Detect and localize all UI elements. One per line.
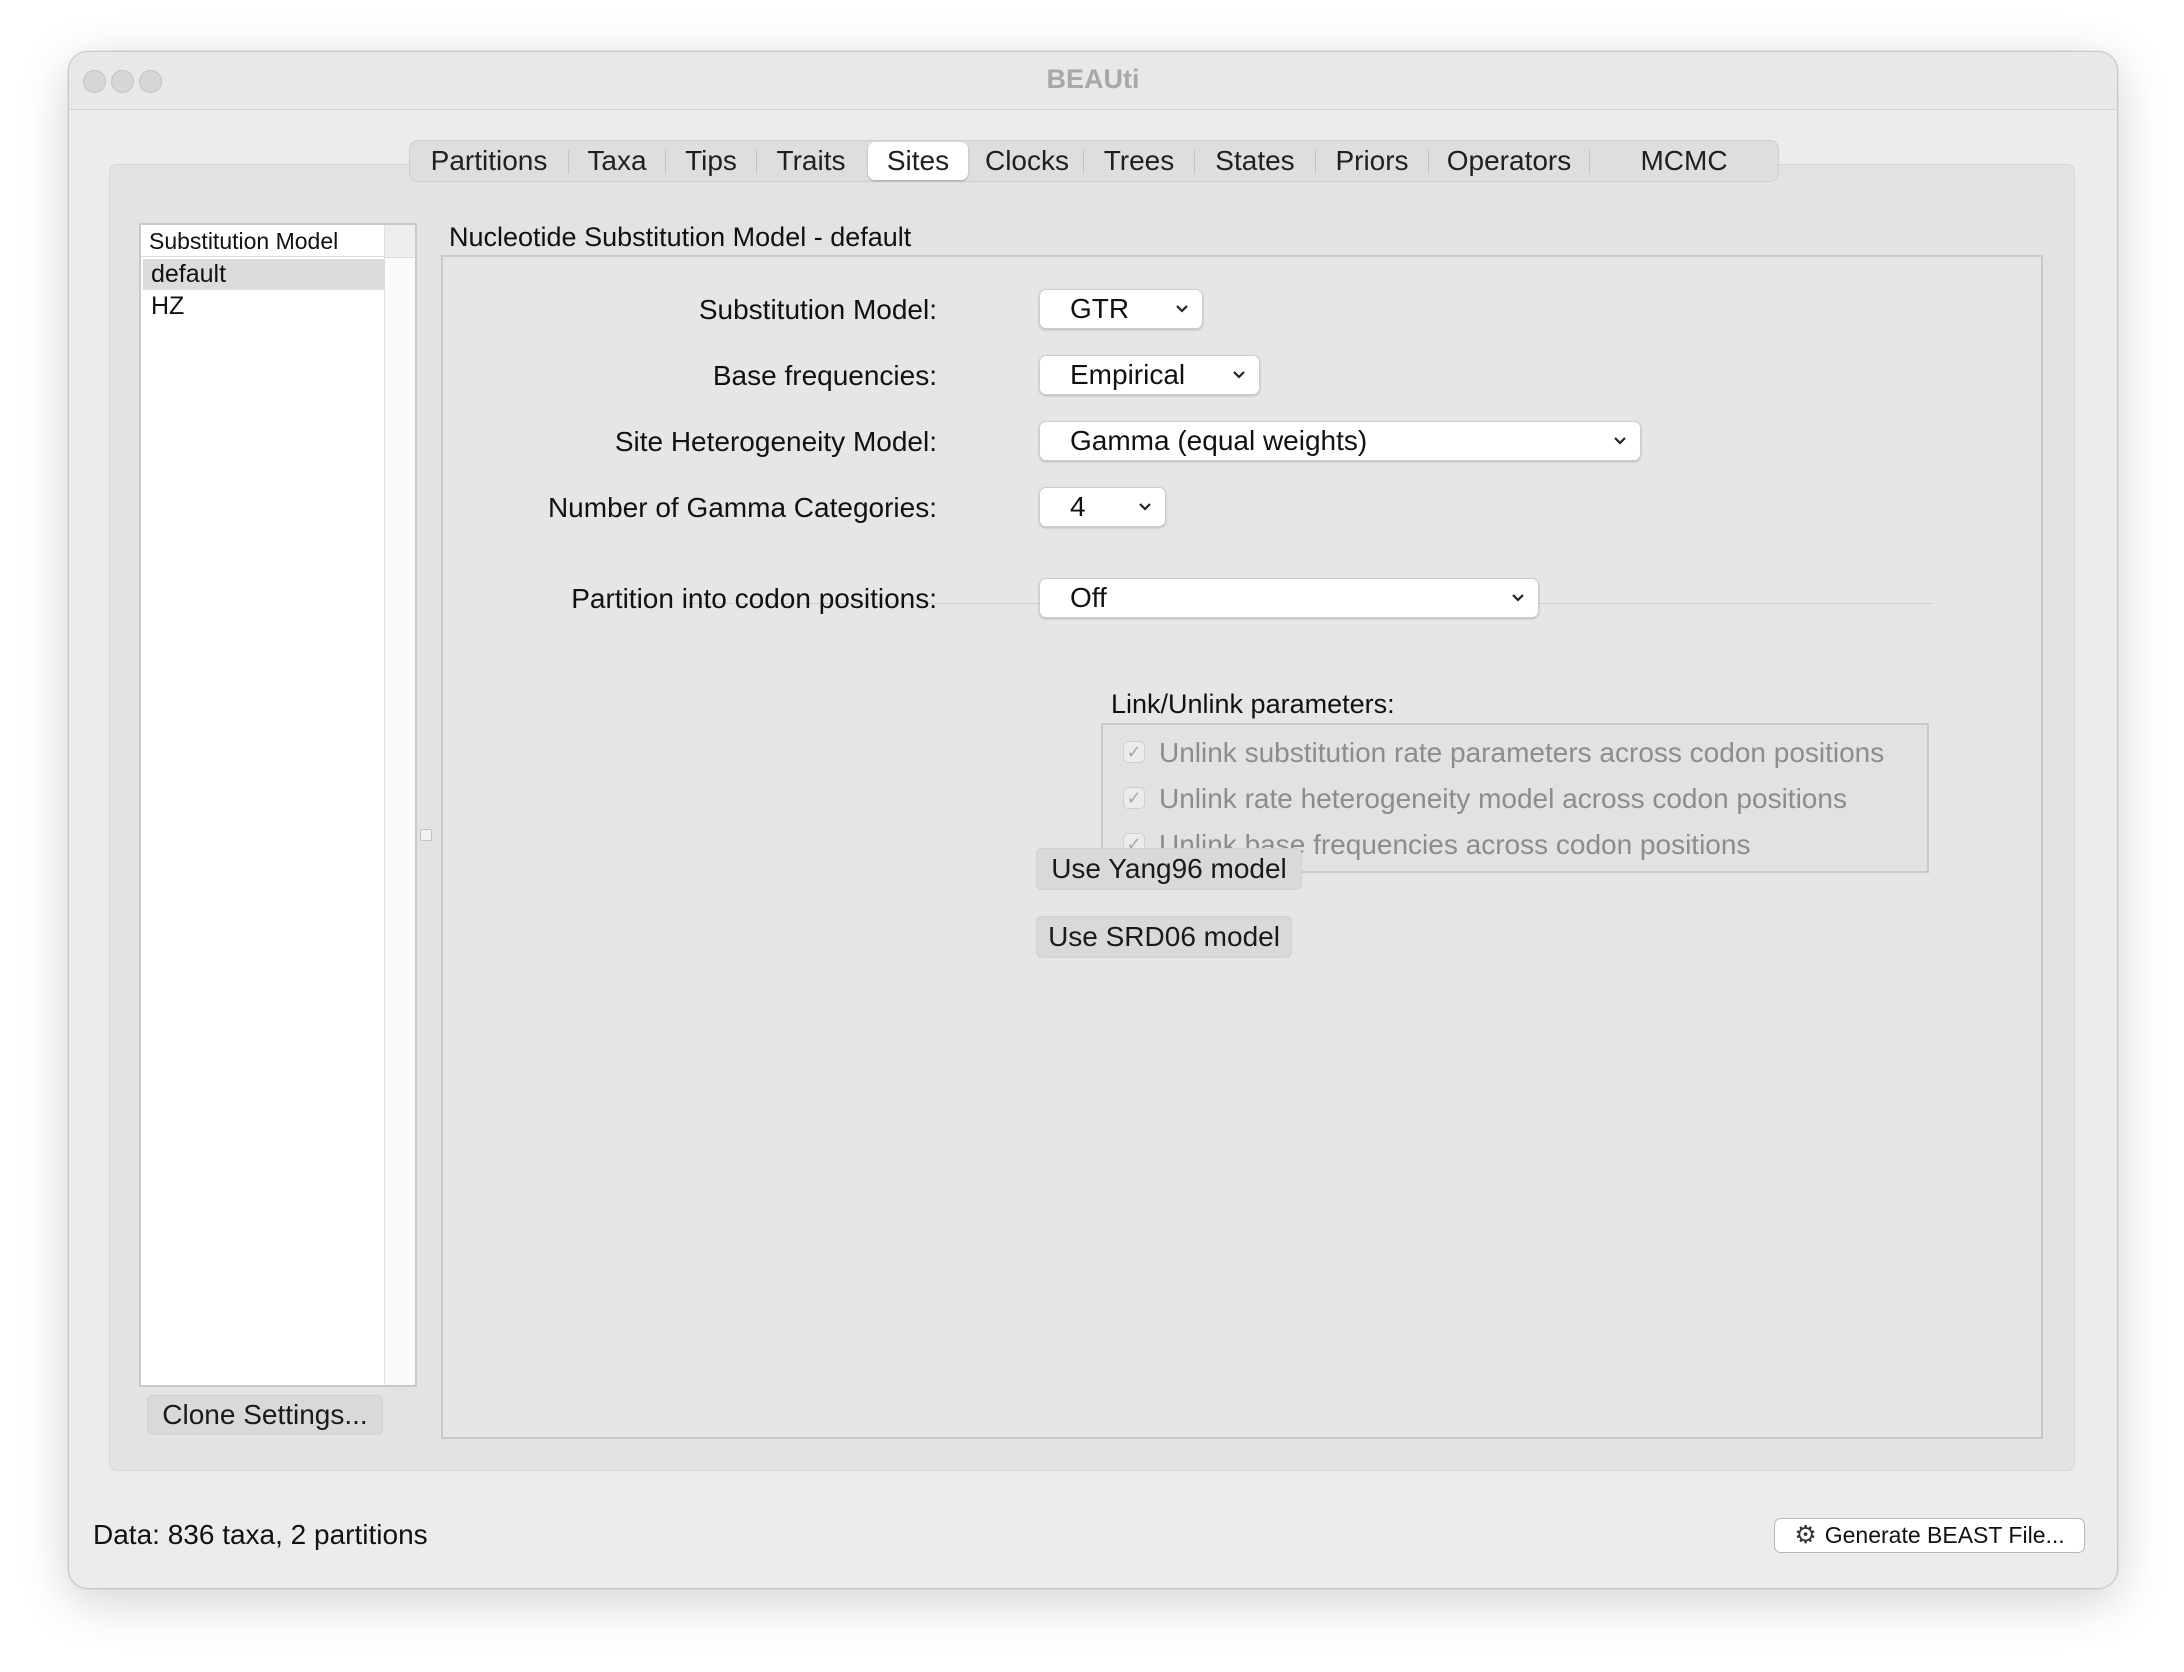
tab-clocks[interactable]: Clocks	[971, 141, 1083, 181]
generate-beast-file-button[interactable]: ⚙ Generate BEAST File...	[1774, 1518, 2085, 1553]
tab-taxa[interactable]: Taxa	[569, 141, 665, 181]
use-yang96-button[interactable]: Use Yang96 model	[1036, 848, 1302, 890]
gear-icon: ⚙	[1794, 1521, 1817, 1549]
beauti-window: BEAUti Partitions Taxa Tips Traits Sites…	[68, 51, 2118, 1589]
checkmark-icon: ✓	[1123, 740, 1145, 763]
chevron-down-icon	[1139, 503, 1151, 511]
list-item-hz[interactable]: HZ	[143, 291, 385, 322]
base-frequencies-value: Empirical	[1070, 359, 1186, 390]
checkmark-icon: ✓	[1123, 786, 1145, 809]
substitution-model-list[interactable]: Substitution Model default HZ	[139, 223, 417, 1387]
tab-states[interactable]: States	[1195, 141, 1315, 181]
tab-mcmc[interactable]: MCMC	[1590, 141, 1778, 181]
chevron-down-icon	[1176, 305, 1188, 313]
list-header-corner	[385, 225, 415, 258]
list-column-header[interactable]: Substitution Model	[141, 225, 385, 257]
title-bar: BEAUti	[69, 52, 2117, 110]
unlink-rate-heterogeneity-label: Unlink rate heterogeneity model across c…	[1159, 783, 1847, 814]
chevron-down-icon	[1512, 594, 1524, 602]
site-heterogeneity-combo[interactable]: Gamma (equal weights)	[1039, 421, 1641, 461]
site-heterogeneity-label: Site Heterogeneity Model:	[614, 426, 937, 457]
list-scrollbar[interactable]	[384, 225, 415, 1385]
tab-partitions[interactable]: Partitions	[410, 141, 568, 181]
gamma-categories-value: 4	[1070, 491, 1086, 522]
tab-operators[interactable]: Operators	[1429, 141, 1589, 181]
unlink-substitution-rates-checkbox[interactable]: ✓ Unlink substitution rate parameters acr…	[1123, 737, 1884, 771]
panel-title: Nucleotide Substitution Model - default	[449, 222, 912, 252]
chevron-down-icon	[1614, 437, 1626, 445]
tab-priors[interactable]: Priors	[1316, 141, 1428, 181]
tab-sites[interactable]: Sites	[868, 142, 968, 180]
split-pane-divider-handle[interactable]	[420, 829, 432, 841]
substitution-model-combo[interactable]: GTR	[1039, 289, 1203, 329]
codon-partition-label: Partition into codon positions:	[571, 583, 937, 614]
substitution-model-label: Substitution Model:	[698, 294, 937, 325]
status-text: Data: 836 taxa, 2 partitions	[93, 1519, 428, 1550]
tab-traits[interactable]: Traits	[757, 141, 865, 181]
substitution-model-value: GTR	[1070, 293, 1130, 324]
tab-trees[interactable]: Trees	[1084, 141, 1194, 181]
gamma-categories-combo[interactable]: 4	[1039, 487, 1166, 527]
unlink-substitution-rates-label: Unlink substitution rate parameters acro…	[1159, 737, 1885, 768]
gamma-categories-label: Number of Gamma Categories:	[547, 492, 937, 523]
site-heterogeneity-value: Gamma (equal weights)	[1070, 425, 1368, 456]
codon-partition-value: Off	[1070, 582, 1107, 613]
unlink-rate-heterogeneity-checkbox[interactable]: ✓ Unlink rate heterogeneity model across …	[1123, 783, 1847, 817]
generate-beast-file-label: Generate BEAST File...	[1824, 1522, 2065, 1548]
link-unlink-label: Link/Unlink parameters:	[1111, 689, 1395, 719]
use-srd06-button[interactable]: Use SRD06 model	[1036, 916, 1292, 958]
tab-bar: Partitions Taxa Tips Traits Sites Clocks…	[409, 140, 1779, 182]
list-item-default[interactable]: default	[143, 259, 385, 290]
clone-settings-button[interactable]: Clone Settings...	[147, 1395, 383, 1435]
tab-tips[interactable]: Tips	[666, 141, 756, 181]
window-title: BEAUti	[1046, 64, 1140, 94]
base-frequencies-label: Base frequencies:	[712, 360, 937, 391]
codon-partition-combo[interactable]: Off	[1039, 578, 1539, 618]
chevron-down-icon	[1233, 371, 1245, 379]
base-frequencies-combo[interactable]: Empirical	[1039, 355, 1260, 395]
